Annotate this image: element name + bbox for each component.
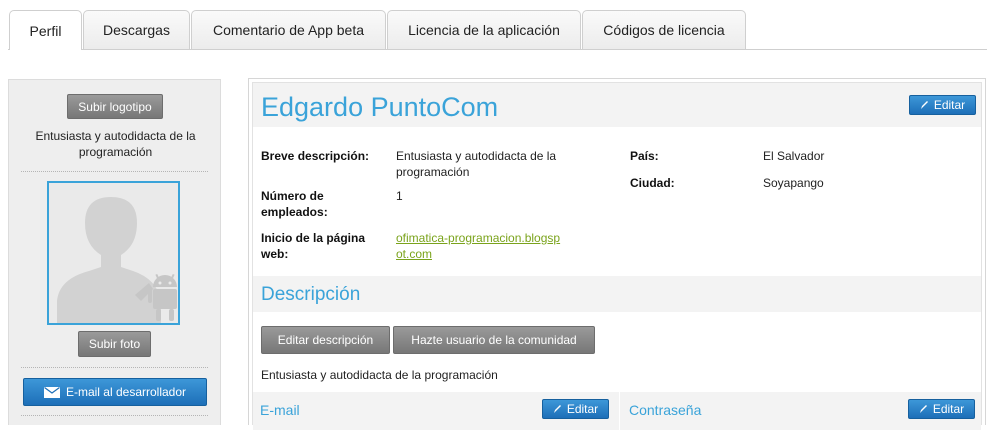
- edit-email-label: Editar: [566, 402, 599, 416]
- sidebar-divider: [21, 415, 208, 416]
- profile-panel: Edgardo PuntoCom Editar Breve descripció…: [248, 78, 986, 430]
- edit-profile-label: Editar: [933, 98, 966, 112]
- account-settings-header: E-mail Editar Contraseña Editar: [253, 392, 981, 430]
- pencil-icon: [553, 405, 561, 413]
- description-header: Descripción: [253, 276, 981, 312]
- email-developer-button[interactable]: E-mail al desarrollador: [23, 378, 207, 406]
- email-section-title: E-mail: [260, 402, 300, 418]
- employees-label: Número de empleados:: [261, 189, 328, 219]
- tab-codigos-licencia[interactable]: Códigos de licencia: [582, 10, 746, 49]
- sidebar-divider: [21, 171, 208, 172]
- section-divider: [619, 392, 620, 430]
- sidebar-divider: [21, 367, 208, 368]
- city-value: Soyapango: [763, 176, 824, 190]
- country-value: El Salvador: [763, 149, 825, 163]
- homepage-link[interactable]: ofimatica-programacion.blogspot.com: [396, 231, 560, 261]
- tab-bar: Perfil Descargas Comentario de App beta …: [0, 0, 993, 50]
- pencil-icon: [919, 405, 927, 413]
- envelope-icon: [43, 386, 60, 398]
- default-avatar-android-icon: [49, 183, 178, 323]
- upload-logo-button[interactable]: Subir logotipo: [67, 94, 163, 119]
- tab-perfil[interactable]: Perfil: [9, 10, 82, 50]
- brief-description-value: Entusiasta y autodidacta de la programac…: [396, 149, 557, 179]
- tab-comentario-app-beta[interactable]: Comentario de App beta: [191, 10, 386, 49]
- profile-name: Edgardo PuntoCom: [261, 92, 499, 122]
- sidebar-short-description: Entusiasta y autodidacta de la programac…: [35, 129, 196, 159]
- profile-panel-inner: Edgardo PuntoCom Editar Breve descripció…: [252, 82, 982, 430]
- profile-photo-placeholder[interactable]: [47, 181, 180, 325]
- homepage-label: Inicio de la página web:: [261, 231, 366, 261]
- edit-password-button[interactable]: Editar: [908, 399, 975, 419]
- password-section-title: Contraseña: [629, 402, 702, 418]
- upload-photo-button[interactable]: Subir foto: [78, 331, 151, 357]
- brief-description-label: Breve descripción:: [261, 149, 370, 163]
- join-community-button[interactable]: Hazte usuario de la comunidad: [393, 326, 595, 354]
- description-title: Descripción: [261, 284, 361, 305]
- edit-profile-button[interactable]: Editar: [909, 95, 976, 115]
- pencil-icon: [920, 101, 928, 109]
- profile-sidebar: Subir logotipo Entusiasta y autodidacta …: [8, 79, 221, 425]
- profile-header: Edgardo PuntoCom Editar: [253, 83, 981, 127]
- description-text: Entusiasta y autodidacta de la programac…: [261, 368, 498, 382]
- edit-password-label: Editar: [932, 402, 965, 416]
- tab-licencia-aplicacion[interactable]: Licencia de la aplicación: [387, 10, 581, 49]
- email-developer-label: E-mail al desarrollador: [65, 385, 187, 399]
- tab-descargas[interactable]: Descargas: [83, 10, 190, 49]
- edit-email-button[interactable]: Editar: [542, 399, 609, 419]
- country-label: País:: [630, 149, 659, 163]
- edit-description-button[interactable]: Editar descripción: [261, 326, 390, 354]
- homepage-value: ofimatica-programacion.blogspot.com: [396, 230, 566, 262]
- city-label: Ciudad:: [630, 176, 675, 190]
- tab-bar-divider: [8, 49, 987, 50]
- employees-value: 1: [396, 189, 403, 203]
